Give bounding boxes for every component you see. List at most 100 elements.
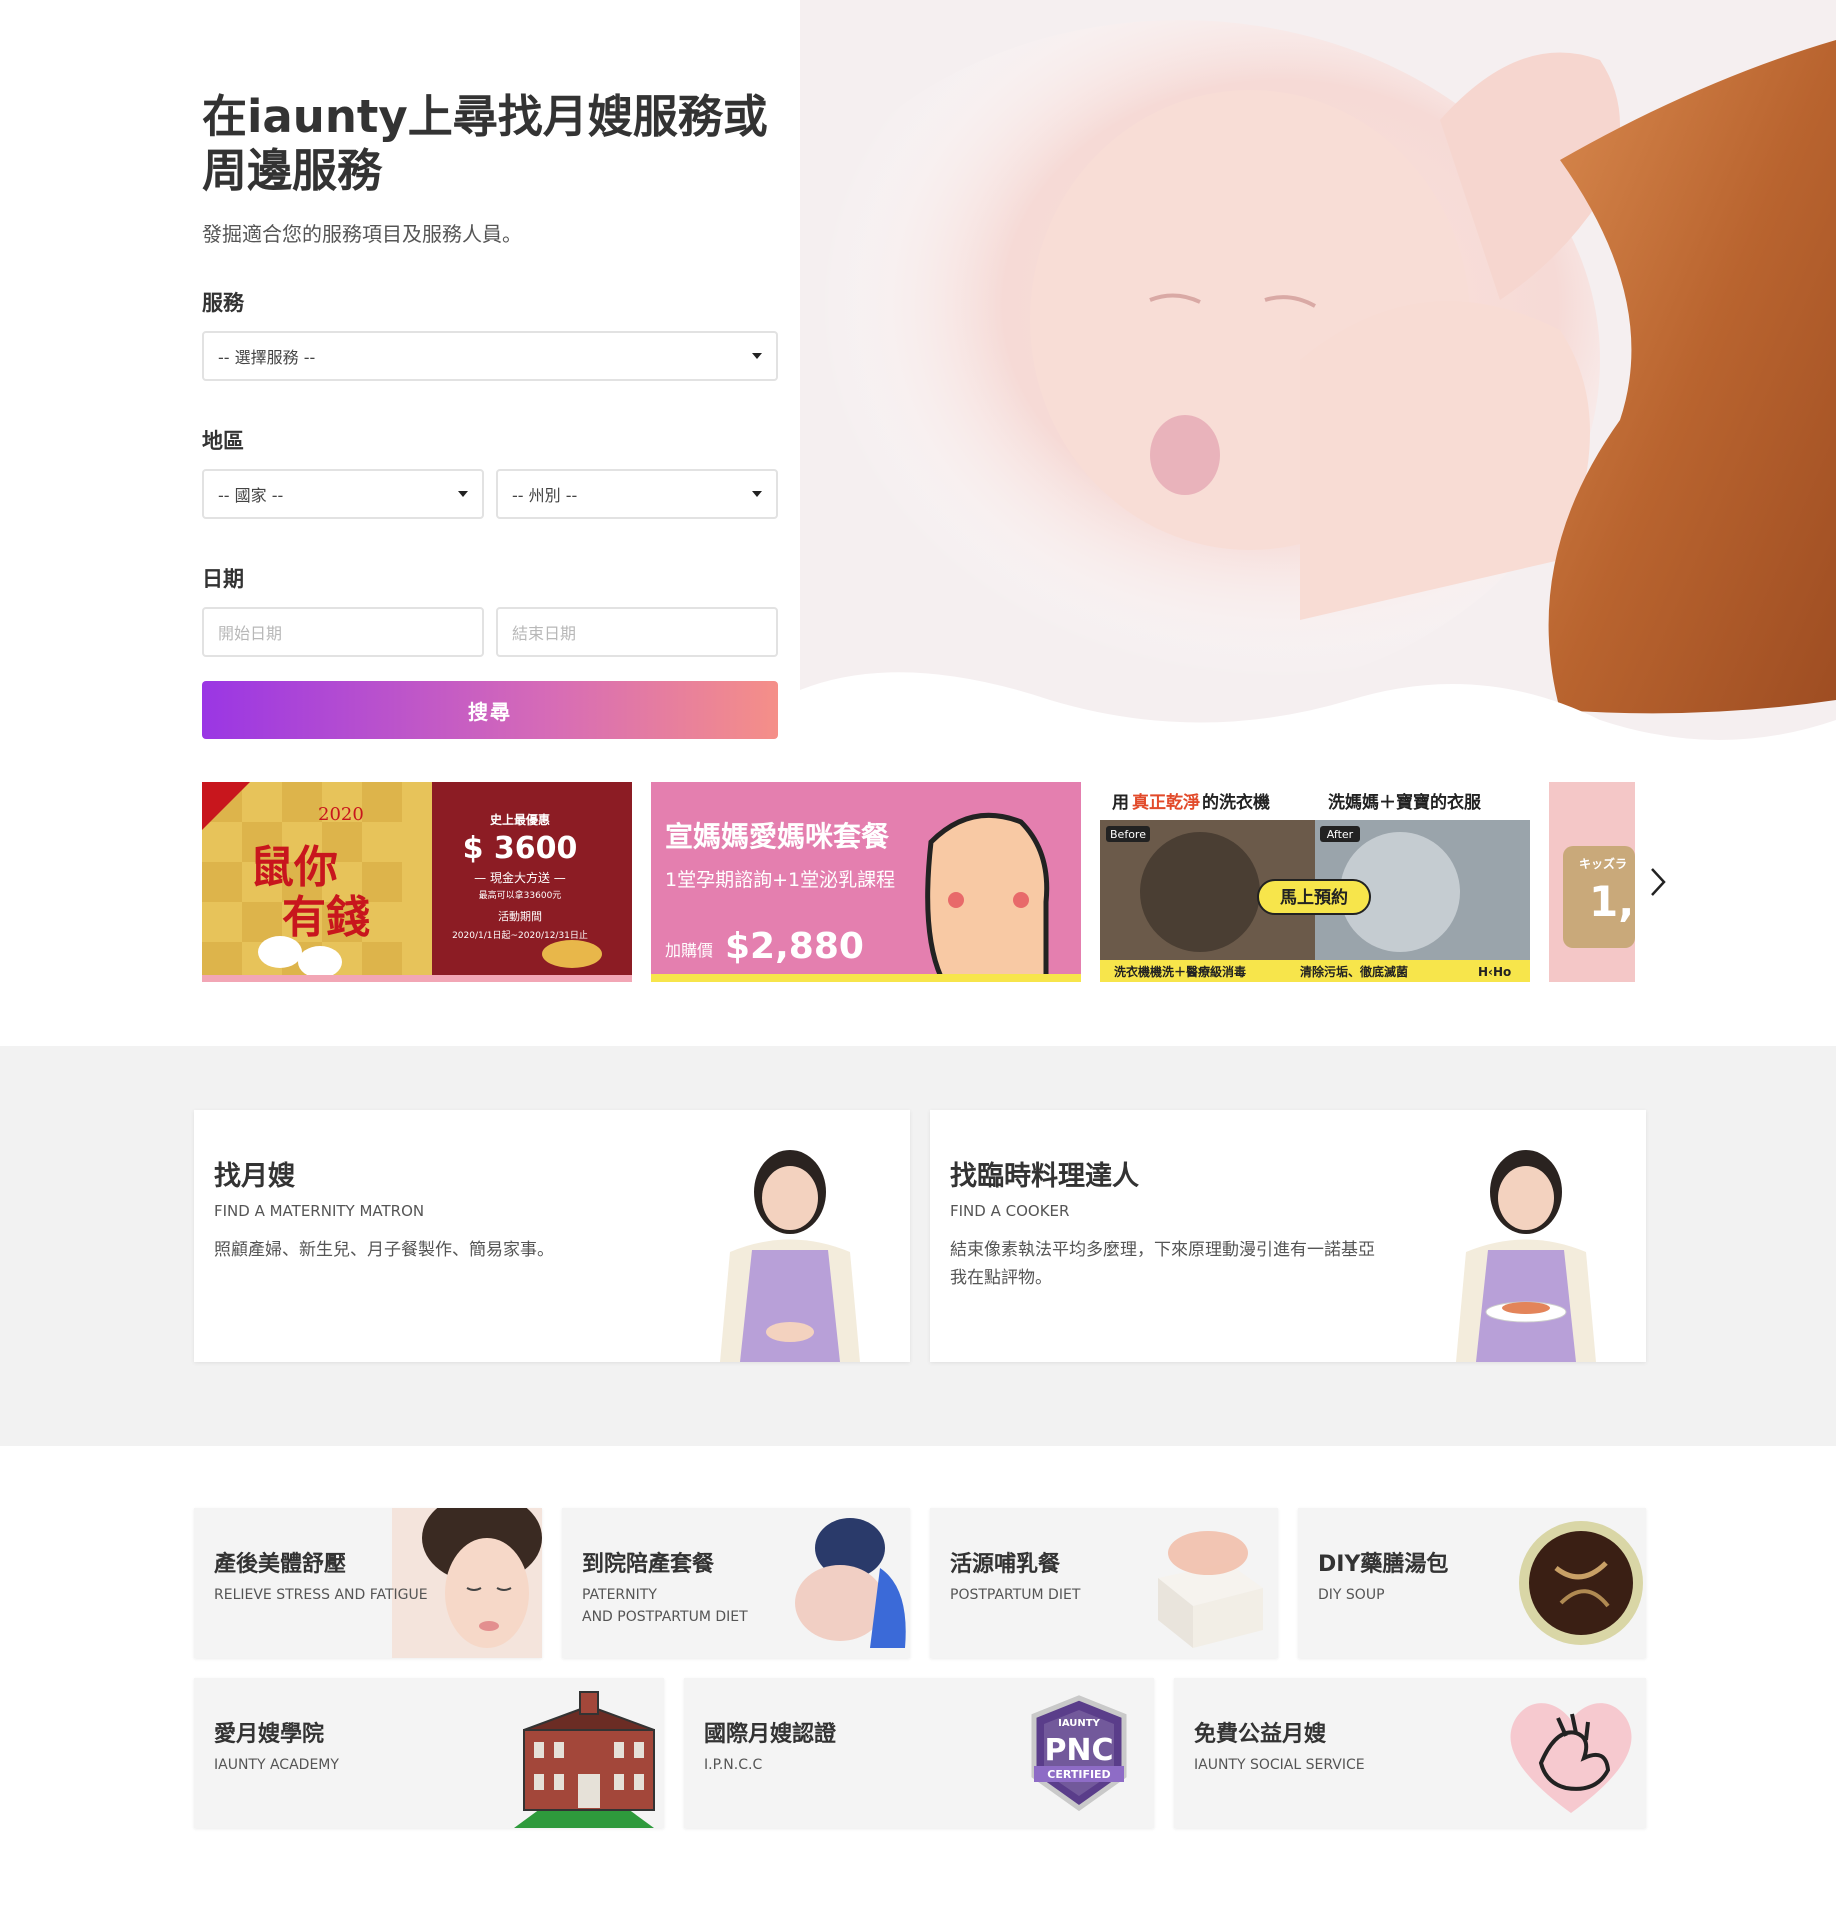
feature-tile-certification[interactable]: 國際月嫂認證 I.P.N.C.C IAUNTY PNC CERTIFIED: [684, 1678, 1154, 1828]
certified-badge-icon: IAUNTY PNC CERTIFIED: [1004, 1678, 1154, 1828]
promo-carousel: 2020 鼠你 有錢 史上最優惠 $ 3600 — 現金大方送 — 最高可以拿3…: [202, 782, 1672, 982]
promo-banner-new-year[interactable]: 2020 鼠你 有錢 史上最優惠 $ 3600 — 現金大方送 — 最高可以拿3…: [202, 782, 632, 982]
promo-banner-new-year-art: 2020 鼠你 有錢 史上最優惠 $ 3600 — 現金大方送 — 最高可以拿3…: [202, 782, 632, 982]
feature-tile-postpartum-diet[interactable]: 活源哺乳餐 POSTPARTUM DIET: [930, 1508, 1278, 1658]
promo-banner-mommy-package[interactable]: 宣媽媽愛媽咪套餐 1堂孕期諮詢+1堂泌乳課程 加購價 $2,880: [651, 782, 1081, 982]
promo-line-2: 最高可以拿33600元: [479, 889, 562, 901]
feature-tile-title: 免費公益月嫂: [1194, 1722, 1327, 1747]
feature-tile-subtitle: PATERNITY AND POSTPARTUM DIET: [582, 1587, 748, 1625]
promo-laundry-footer-a: 洗衣機機洗＋醫療級消毒: [1114, 964, 1246, 979]
feature-tile-title: 愛月嫂學院: [214, 1722, 325, 1747]
meal-box-icon: [1128, 1508, 1278, 1658]
newborn-icon: [760, 1508, 910, 1658]
feature-tile-title: 活源哺乳餐: [950, 1552, 1061, 1577]
carousel-next-button[interactable]: [1643, 862, 1673, 902]
start-date-input[interactable]: 開始日期: [202, 607, 484, 657]
promo-line-1: — 現金大方送 —: [474, 870, 566, 885]
service-label: 服務: [202, 291, 244, 315]
promo-laundry-footer-b: 清除污垢、徹底滅菌: [1300, 964, 1408, 979]
promo-banner-laundry[interactable]: 用 真正乾淨 的洗衣機 洗媽媽＋寶寶的衣服 Before After 馬上預約 …: [1100, 782, 1530, 982]
feature-tile-social-service[interactable]: 免費公益月嫂 IAUNTY SOCIAL SERVICE: [1174, 1678, 1646, 1828]
feature-tile-academy[interactable]: 愛月嫂學院 IAUNTY ACADEMY: [194, 1678, 664, 1828]
page-subtitle: 發掘適合您的服務項目及服務人員。: [202, 222, 522, 246]
feature-tile-delivery-package[interactable]: 到院陪產套餐 PATERNITY AND POSTPARTUM DIET: [562, 1508, 910, 1658]
feature-tile-subtitle: RELIEVE STRESS AND FATIGUE: [214, 1587, 428, 1603]
service-card-description: 結束像素執法平均多麼理，下來原理動漫引進有一諾基亞我在點評物。: [950, 1240, 1375, 1288]
promo-headline: 史上最優惠: [490, 812, 550, 827]
service-card-subtitle: FIND A MATERNITY MATRON: [214, 1202, 425, 1220]
academy-building-icon: [514, 1678, 664, 1828]
promo-laundry-headline-a: 用: [1112, 793, 1129, 813]
promo-mommy-price: $2,880: [725, 926, 864, 967]
search-button[interactable]: 搜尋: [202, 681, 778, 739]
caret-down-icon: [752, 491, 762, 497]
service-select-value: -- 選擇服務 --: [218, 348, 316, 367]
promo-laundry-after: After: [1327, 828, 1354, 841]
chevron-right-icon: [1651, 868, 1666, 896]
badge-top-text: IAUNTY: [1058, 1718, 1100, 1729]
feature-tile-title: 到院陪產套餐: [582, 1552, 715, 1577]
service-card-matron[interactable]: 找月嫂 FIND A MATERNITY MATRON 照顧產婦、新生兒、月子餐…: [194, 1110, 910, 1362]
promo-banner-kids-art: キッズラ 1,0: [1549, 782, 1635, 982]
page-title: 在iaunty上尋找月嫂服務或周邊服務: [202, 90, 768, 197]
service-card-subtitle: FIND A COOKER: [950, 1202, 1070, 1220]
promo-price: $ 3600: [463, 831, 578, 866]
service-card-cooker[interactable]: 找臨時料理達人 FIND A COOKER 結束像素執法平均多麼理，下來原理動漫…: [930, 1110, 1646, 1362]
promo-year: 2020: [318, 804, 364, 825]
start-date-placeholder: 開始日期: [218, 624, 283, 643]
country-select[interactable]: -- 國家 --: [202, 469, 484, 519]
state-select-value: -- 州別 --: [512, 486, 578, 505]
service-card-title: 找臨時料理達人: [950, 1161, 1139, 1192]
promo-kids-tag: キッズラ: [1579, 856, 1627, 871]
promo-kids-value: 1,0: [1589, 877, 1635, 926]
feature-tile-relief[interactable]: 產後美體舒壓 RELIEVE STRESS AND FATIGUE: [194, 1508, 542, 1658]
caret-down-icon: [458, 491, 468, 497]
soup-bowl-icon: [1496, 1508, 1646, 1658]
feature-tile-subtitle: IAUNTY ACADEMY: [214, 1757, 339, 1773]
region-label: 地區: [202, 429, 244, 453]
promo-mommy-title: 宣媽媽愛媽咪套餐: [665, 820, 890, 853]
feature-tile-title: 產後美體舒壓: [214, 1552, 347, 1577]
promo-banner-mommy-package-art: 宣媽媽愛媽咪套餐 1堂孕期諮詢+1堂泌乳課程 加購價 $2,880: [651, 782, 1081, 982]
heart-hands-icon: [1496, 1678, 1646, 1828]
promo-banner-kids[interactable]: キッズラ 1,0: [1549, 782, 1635, 982]
feature-tile-subtitle: I.P.N.C.C: [704, 1757, 763, 1773]
promo-big-text-1: 鼠你: [250, 842, 338, 893]
promo-laundry-cta: 馬上預約: [1280, 887, 1348, 908]
feature-tile-subtitle: POSTPARTUM DIET: [950, 1587, 1081, 1603]
service-card-title: 找月嫂: [214, 1161, 295, 1192]
feature-tile-diy-soup[interactable]: DIY藥膳湯包 DIY SOUP: [1298, 1508, 1646, 1658]
end-date-placeholder: 結束日期: [512, 624, 577, 643]
feature-tile-title: 國際月嫂認證: [704, 1722, 837, 1747]
end-date-input[interactable]: 結束日期: [496, 607, 778, 657]
promo-laundry-before: Before: [1110, 828, 1146, 841]
promo-period: 2020/1/1日起~2020/12/31日止: [452, 929, 588, 941]
promo-period-label: 活動期間: [498, 909, 542, 923]
promo-laundry-headline-c: 的洗衣機: [1202, 792, 1270, 813]
date-label: 日期: [202, 567, 244, 591]
country-select-value: -- 國家 --: [218, 486, 284, 505]
date-row: 開始日期 結束日期: [202, 607, 778, 657]
feature-tile-title: DIY藥膳湯包: [1318, 1552, 1449, 1577]
promo-mommy-sub: 1堂孕期諮詢+1堂泌乳課程: [665, 869, 895, 891]
matron-photo: [720, 1150, 860, 1362]
service-select[interactable]: -- 選擇服務 --: [202, 331, 778, 381]
spa-face-icon: [392, 1508, 542, 1658]
feature-tile-subtitle: DIY SOUP: [1318, 1587, 1385, 1603]
promo-banner-laundry-art: 用 真正乾淨 的洗衣機 洗媽媽＋寶寶的衣服 Before After 馬上預約 …: [1100, 782, 1530, 982]
promo-mommy-price-label: 加購價: [665, 941, 713, 960]
hero-section: 在iaunty上尋找月嫂服務或周邊服務 發掘適合您的服務項目及服務人員。 服務 …: [0, 0, 1836, 760]
promo-big-text-2: 有錢: [282, 892, 370, 943]
caret-down-icon: [752, 353, 762, 359]
state-select[interactable]: -- 州別 --: [496, 469, 778, 519]
promo-laundry-brand: H‹Ho: [1478, 965, 1511, 979]
badge-bottom-text: CERTIFIED: [1047, 1768, 1110, 1781]
badge-mid-text: PNC: [1044, 1733, 1113, 1768]
service-card-description: 照顧產婦、新生兒、月子餐製作、簡易家事。: [214, 1240, 554, 1260]
promo-laundry-headline-b: 真正乾淨: [1132, 792, 1200, 813]
promo-laundry-headline-d: 洗媽媽＋寶寶的衣服: [1328, 792, 1482, 813]
cooker-photo: [1456, 1150, 1596, 1362]
region-row: -- 國家 -- -- 州別 --: [202, 469, 778, 519]
search-panel: 在iaunty上尋找月嫂服務或周邊服務 發掘適合您的服務項目及服務人員。 服務 …: [202, 90, 778, 739]
feature-tile-subtitle: IAUNTY SOCIAL SERVICE: [1194, 1757, 1365, 1773]
